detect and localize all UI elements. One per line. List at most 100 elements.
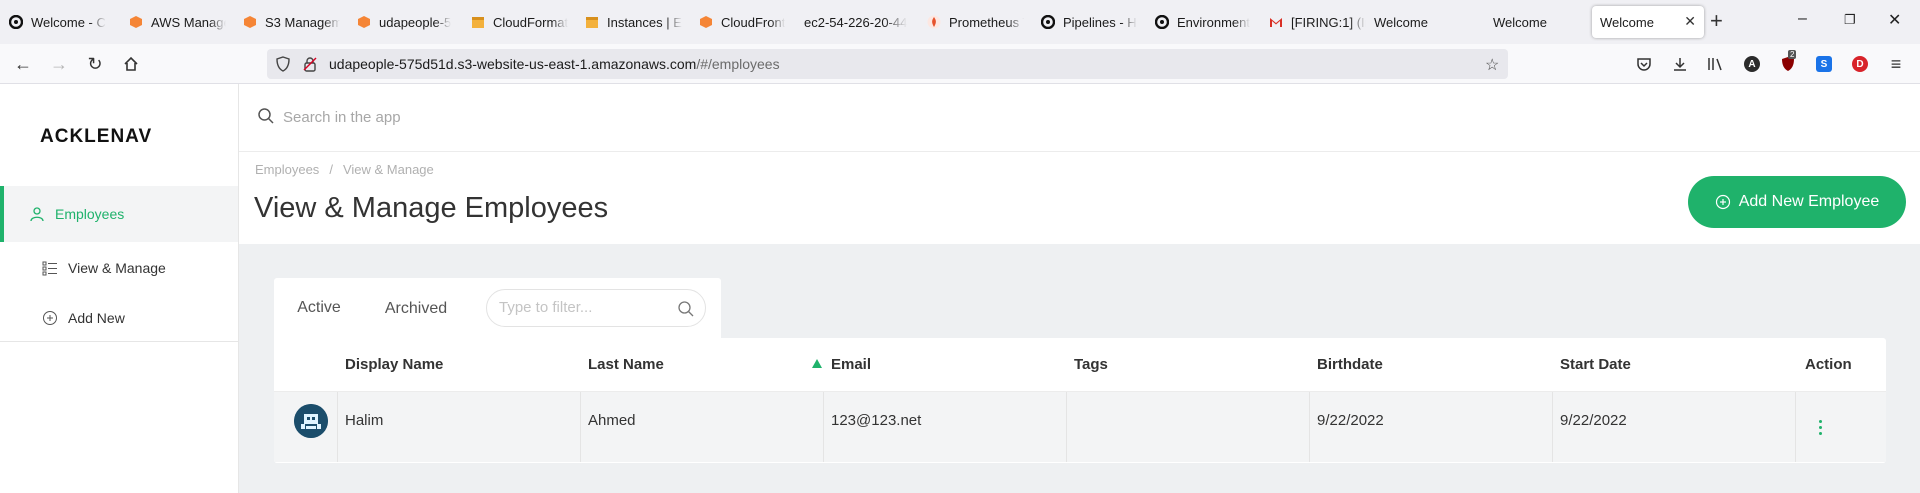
browser-tab[interactable]: Welcome xyxy=(1374,6,1488,38)
sidebar-item-label: View & Manage xyxy=(68,260,166,276)
downloads-icon[interactable] xyxy=(1670,54,1690,74)
row-actions-menu-icon[interactable] xyxy=(1819,420,1822,435)
library-icon[interactable] xyxy=(1706,54,1726,74)
insecure-lock-icon[interactable] xyxy=(302,56,318,77)
extension-letter: S xyxy=(1816,56,1832,72)
browser-tab-active[interactable]: Welcome ✕ xyxy=(1592,6,1704,38)
close-window-icon[interactable]: ✕ xyxy=(1888,10,1901,30)
tab-archived[interactable]: Archived xyxy=(364,278,468,340)
app-logo: ACKLENAV xyxy=(40,126,153,147)
minimize-window-icon[interactable]: – xyxy=(1798,10,1807,28)
tab-active[interactable]: Active xyxy=(274,278,364,340)
add-new-employee-label: Add New Employee xyxy=(1738,193,1880,210)
browser-tab[interactable]: S3 Manageme xyxy=(234,6,348,38)
main-content: Employees / View & Manage View & Manage Em… xyxy=(239,84,1920,493)
browser-tab[interactable]: Welcome - C xyxy=(0,6,120,38)
column-divider xyxy=(337,392,338,462)
column-header-email[interactable]: Email xyxy=(831,356,871,373)
url-text: udapeople-575d51d.s3-website-us-east-1.a… xyxy=(329,56,780,72)
column-header-tags[interactable]: Tags xyxy=(1074,356,1108,373)
tab-label: Prometheus T xyxy=(949,14,1024,30)
filter-box xyxy=(486,289,706,327)
account-letter: A xyxy=(1744,56,1760,72)
tab-label: ec2-54-226-20-44 xyxy=(804,14,908,30)
d-extension-icon[interactable]: D xyxy=(1850,54,1870,74)
sidebar-item-label: Add New xyxy=(68,310,125,326)
column-header-last-name[interactable]: Last Name xyxy=(588,356,664,373)
ublock-extension-icon[interactable]: 2 xyxy=(1778,50,1798,74)
browser-tab[interactable]: CloudFront xyxy=(690,6,804,38)
column-divider xyxy=(580,392,581,462)
tab-label: Welcome xyxy=(1374,14,1428,30)
breadcrumb-employees[interactable]: Employees xyxy=(255,162,319,177)
column-divider xyxy=(1309,392,1310,462)
column-divider xyxy=(1795,392,1796,462)
browser-tab[interactable]: Pipelines - H xyxy=(1032,6,1146,38)
sidebar-item-view-manage[interactable]: View & Manage xyxy=(0,240,238,296)
menu-icon[interactable]: ≡ xyxy=(1886,54,1906,74)
pocket-icon[interactable] xyxy=(1634,54,1654,74)
column-header-birthdate[interactable]: Birthdate xyxy=(1317,356,1383,373)
browser-tab[interactable]: Environment xyxy=(1146,6,1260,38)
browser-tab[interactable]: [FIRING:1] (In xyxy=(1260,6,1374,38)
column-divider xyxy=(1066,392,1067,462)
sidebar: ACKLENAV Employees View & Manage Add New xyxy=(0,84,239,493)
add-new-employee-button[interactable]: Add New Employee xyxy=(1688,176,1906,228)
column-header-start-date[interactable]: Start Date xyxy=(1560,356,1631,373)
url-path: /#/employees xyxy=(696,56,780,72)
tab-label: Environment xyxy=(1177,14,1250,30)
browser-tab[interactable]: Welcome xyxy=(1485,6,1599,38)
restore-window-icon[interactable]: ❐ xyxy=(1844,12,1856,28)
sort-ascending-icon[interactable] xyxy=(812,359,822,368)
plus-circle-icon xyxy=(1715,194,1731,210)
new-tab-icon[interactable]: + xyxy=(1710,10,1723,32)
list-icon xyxy=(41,259,59,277)
table-row[interactable]: Halim Ahmed 123@123.net 9/22/2022 9/22/2… xyxy=(274,392,1886,462)
back-icon[interactable]: ← xyxy=(12,53,34,75)
close-tab-icon[interactable]: ✕ xyxy=(1684,13,1696,30)
tab-label: [FIRING:1] (In xyxy=(1291,14,1366,30)
column-header-display-name[interactable]: Display Name xyxy=(345,356,443,373)
bookmark-star-icon[interactable]: ☆ xyxy=(1485,55,1499,75)
column-divider xyxy=(823,392,824,462)
aws-cube-icon xyxy=(128,14,144,30)
browser-tab[interactable]: udapeople-5 xyxy=(348,6,462,38)
reload-icon[interactable]: ↻ xyxy=(84,53,106,75)
employee-tabs: Active Archived xyxy=(274,278,721,340)
plus-circle-icon xyxy=(41,309,59,327)
browser-tab[interactable]: ec2-54-226-20-44 xyxy=(804,6,918,38)
sidebar-item-add-new[interactable]: Add New xyxy=(0,290,238,346)
address-bar[interactable]: udapeople-575d51d.s3-website-us-east-1.a… xyxy=(267,49,1508,79)
page-title: View & Manage Employees xyxy=(254,192,609,224)
aws-cube-icon xyxy=(242,14,258,30)
shield-icon[interactable] xyxy=(275,56,291,77)
column-header-action: Action xyxy=(1805,356,1852,373)
forward-icon[interactable]: → xyxy=(48,53,70,75)
tab-label: S3 Manageme xyxy=(265,14,340,30)
search-icon xyxy=(677,300,695,323)
box-icon xyxy=(584,14,600,30)
browser-tab[interactable]: AWS Manage xyxy=(120,6,234,38)
user-icon xyxy=(28,205,46,223)
sidebar-item-label: Employees xyxy=(55,206,125,222)
sidebar-item-employees[interactable]: Employees xyxy=(0,186,238,242)
tab-label: Welcome - C xyxy=(31,14,106,30)
url-host: udapeople-575d51d.s3-website-us-east-1.a… xyxy=(329,56,697,72)
home-icon[interactable] xyxy=(120,53,142,75)
s-extension-icon[interactable]: S xyxy=(1814,54,1834,74)
cell-start-date: 9/22/2022 xyxy=(1560,412,1627,429)
browser-tab[interactable]: Instances | EC xyxy=(576,6,690,38)
browser-tab[interactable]: Prometheus T xyxy=(918,6,1032,38)
app-search-input[interactable] xyxy=(283,104,783,130)
browser-tab-strip: Welcome - C AWS Manage S3 Manageme udape… xyxy=(0,0,1920,44)
tab-label: AWS Manage xyxy=(151,14,226,30)
filter-input[interactable] xyxy=(499,299,669,316)
breadcrumb-view-manage: View & Manage xyxy=(342,162,434,177)
tab-label: Welcome xyxy=(1493,14,1547,30)
circle-logo-icon xyxy=(8,14,24,30)
circle-logo-icon xyxy=(1040,14,1056,30)
browser-tab[interactable]: CloudFormat xyxy=(462,6,576,38)
cell-last-name: Ahmed xyxy=(588,412,636,429)
account-icon[interactable]: A xyxy=(1742,54,1762,74)
avatar xyxy=(294,404,328,438)
